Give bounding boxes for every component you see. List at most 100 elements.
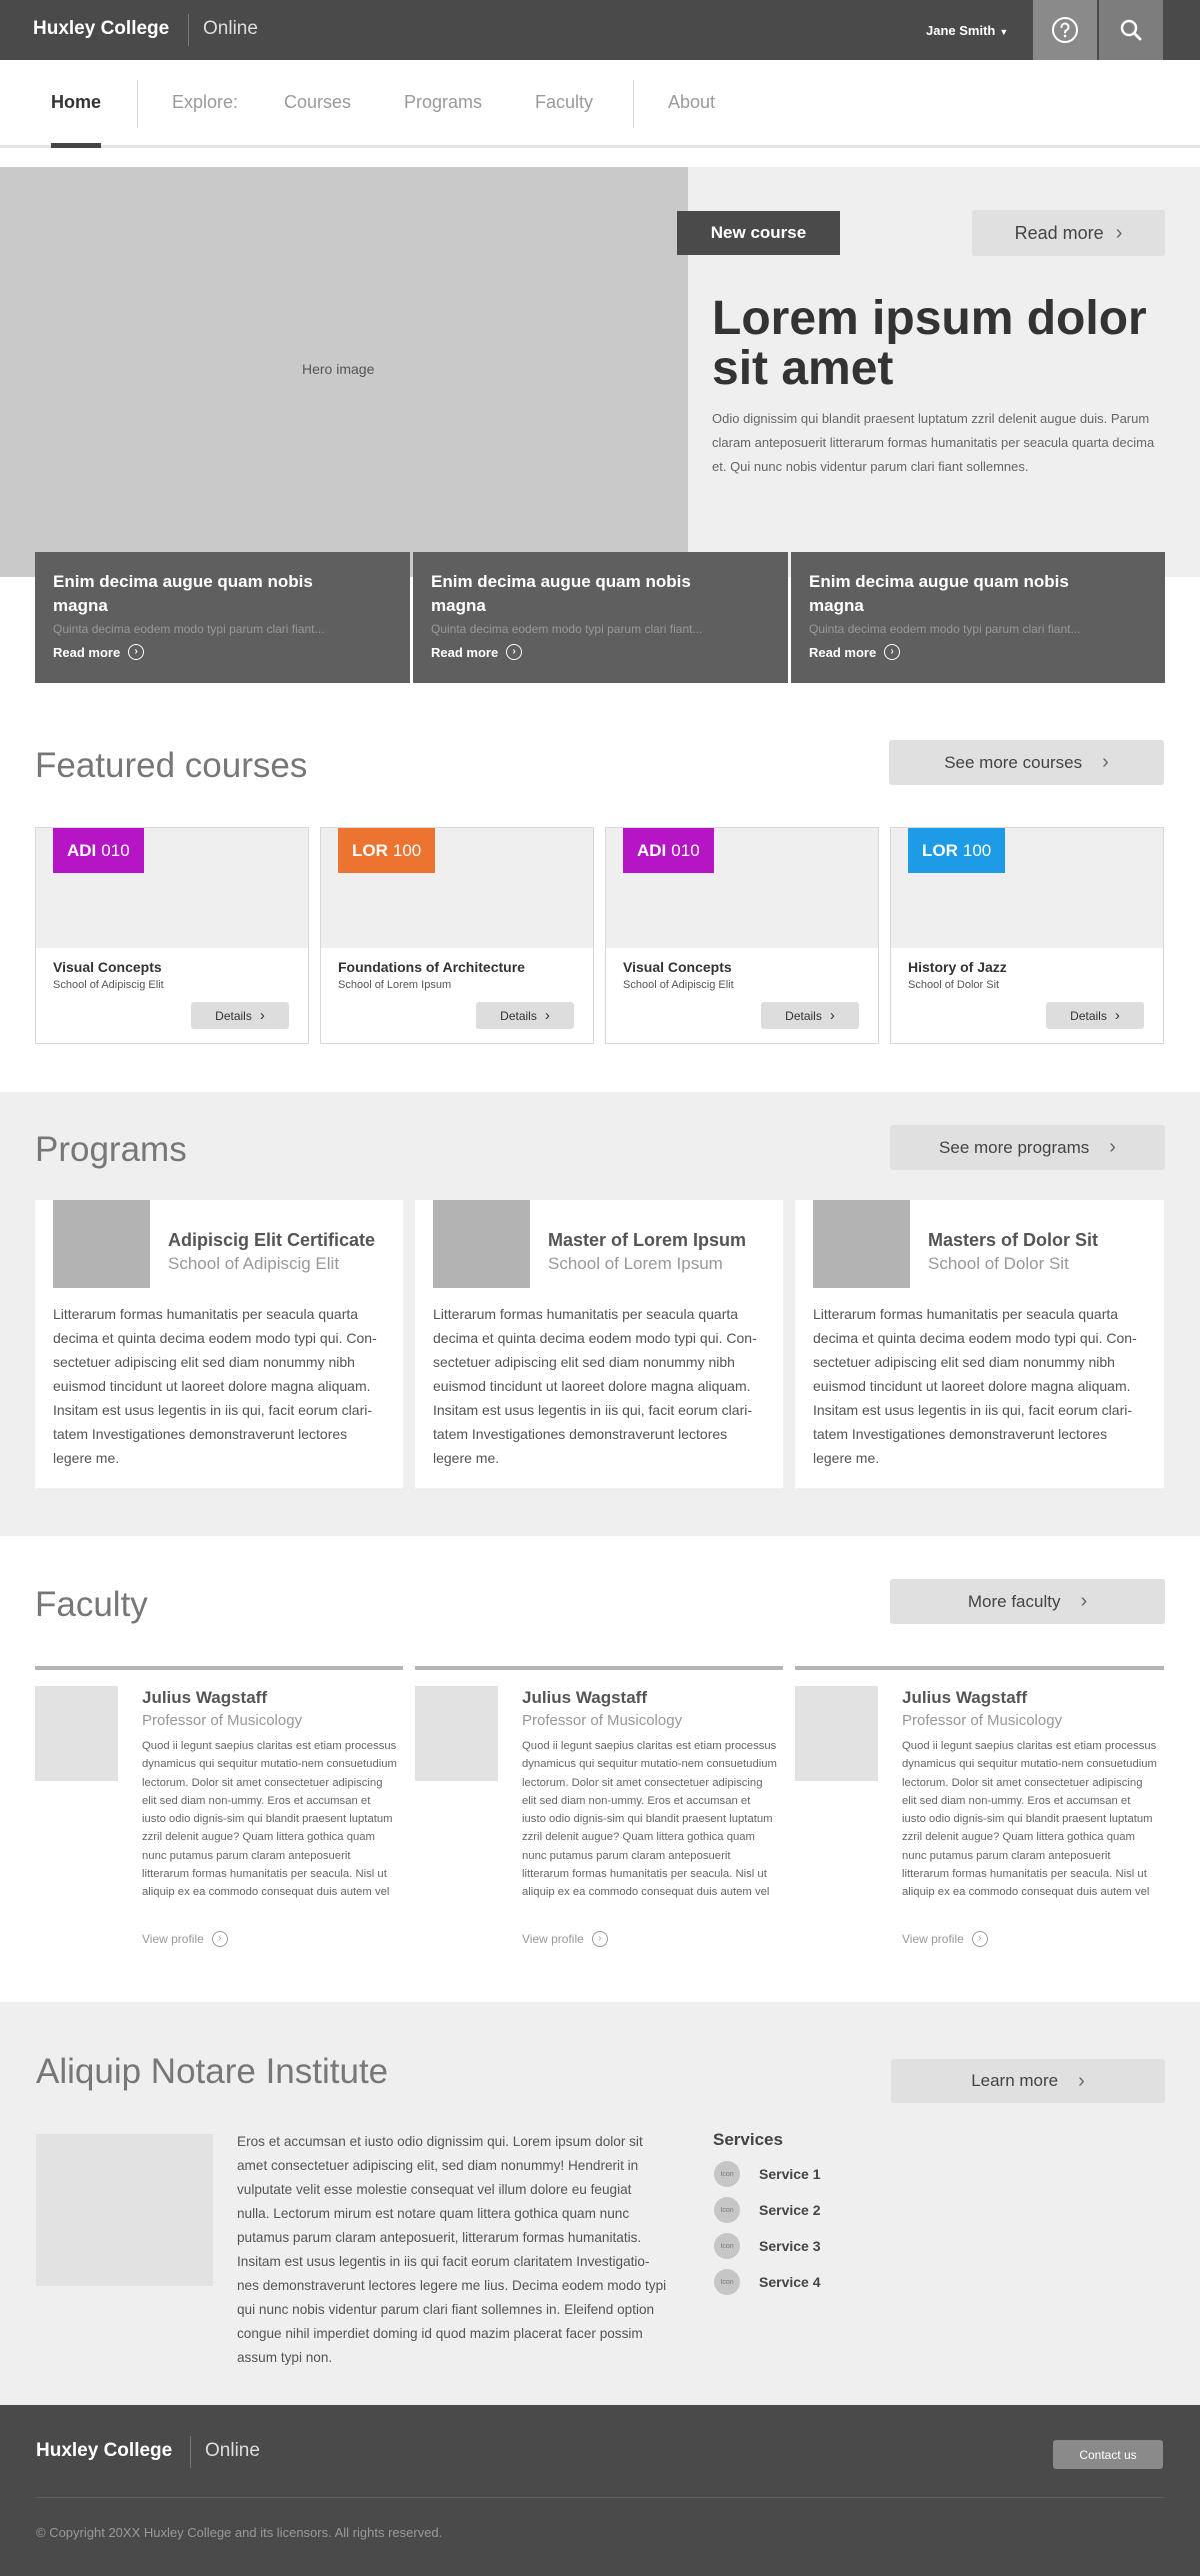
program-school: School of Lorem Ipsum [548, 1254, 723, 1273]
see-more-courses-button[interactable]: See more courses › [889, 740, 1164, 785]
footer-brand[interactable]: Huxley College [36, 2440, 172, 2462]
chevron-right-icon: › [1102, 751, 1109, 773]
service-item[interactable]: Icon Service 2 [714, 2197, 821, 2223]
course-card[interactable]: ADI 010 Visual Concepts School of Adipisc… [605, 827, 879, 1044]
program-description: Litterarum formas humanitatis per seacul… [53, 1306, 377, 1466]
faculty-role: Professor of Musicology [902, 1712, 1063, 1729]
course-school: School of Lorem Ipsum [338, 979, 452, 991]
nav-about[interactable]: About [668, 92, 715, 113]
faculty-card: Julius Wagstaff Professor of Musicology … [35, 1666, 403, 1956]
course-details-button[interactable]: Details › [1046, 1002, 1144, 1029]
teaser-card[interactable]: Enim decima augue quam nobis magna Quint… [791, 552, 1165, 683]
faculty-bio: Quod ii legunt saepius claritas est etia… [142, 1740, 397, 1899]
teaser-card[interactable]: Enim decima augue quam nobis magna Quint… [35, 552, 410, 683]
course-details-button[interactable]: Details › [761, 1002, 859, 1029]
nav-courses[interactable]: Courses [284, 92, 351, 113]
teaser-subtitle: Quinta decima eodem modo typi parum clar… [809, 622, 1081, 636]
program-description: Litterarum formas humanitatis per seacul… [433, 1306, 757, 1466]
course-card[interactable]: LOR 100 History of Jazz School of Dolor S… [890, 827, 1164, 1044]
teaser-read-more-link[interactable]: Read more › [53, 644, 145, 660]
institute-image [36, 2134, 213, 2286]
faculty-role: Professor of Musicology [142, 1712, 303, 1729]
faculty-title: Faculty [35, 1585, 148, 1624]
teaser-read-more-link[interactable]: Read more › [809, 644, 901, 660]
hero: Hero image New course Read more › Lorem i… [0, 167, 1200, 577]
course-prefix: ADI [67, 840, 97, 860]
service-item[interactable]: Icon Service 4 [714, 2269, 821, 2295]
service-item[interactable]: Icon Service 3 [714, 2233, 821, 2259]
course-name: History of Jazz [908, 959, 1007, 975]
user-menu[interactable]: Jane Smith ▼ [926, 23, 1008, 38]
help-button[interactable] [1033, 0, 1097, 60]
faculty-bio: Quod ii legunt saepius claritas est etia… [522, 1740, 777, 1899]
view-profile-link[interactable]: View profile › [142, 1931, 228, 1947]
faculty-name: Julius Wagstaff [142, 1688, 267, 1707]
see-more-programs-button[interactable]: See more programs › [890, 1125, 1165, 1170]
nav-faculty[interactable]: Faculty [535, 92, 593, 113]
course-details-button[interactable]: Details › [476, 1002, 574, 1029]
main-nav: Home Explore: Courses Programs Faculty A… [0, 60, 1200, 148]
course-prefix: ADI [637, 840, 667, 860]
program-school: School of Adipiscig Elit [168, 1254, 340, 1273]
faculty-bio: Quod ii legunt saepius claritas est etia… [902, 1740, 1157, 1899]
arrow-circle-right-icon: › [506, 644, 523, 660]
nav-divider [137, 80, 138, 128]
faculty-card: Julius Wagstaff Professor of Musicology … [795, 1666, 1164, 1956]
program-name: Master of Lorem Ipsum [548, 1230, 747, 1250]
teaser-card[interactable]: Enim decima augue quam nobis magna Quint… [413, 552, 788, 683]
course-code-badge: ADI 010 [53, 828, 144, 873]
teaser-read-more-label: Read more [431, 644, 499, 660]
course-number: 010 [671, 840, 700, 860]
service-item[interactable]: Icon Service 1 [714, 2161, 821, 2187]
course-card[interactable]: LOR 100 Foundations of Architecture Schoo… [320, 827, 594, 1044]
arrow-circle-right-icon: › [884, 644, 901, 660]
contact-us-button[interactable]: Contact us [1053, 2440, 1163, 2469]
faculty-photo [795, 1686, 878, 1781]
course-details-button[interactable]: Details › [191, 1002, 289, 1029]
course-card[interactable]: ADI 010 Visual Concepts School of Adipisc… [35, 827, 309, 1044]
footer-brand-divider [190, 2436, 191, 2468]
faculty-name: Julius Wagstaff [522, 1688, 647, 1707]
view-profile-label: View profile [522, 1932, 584, 1946]
view-profile-label: View profile [142, 1932, 204, 1946]
brand-logo[interactable]: Huxley College [33, 18, 169, 40]
course-name: Visual Concepts [53, 959, 162, 975]
course-name: Visual Concepts [623, 959, 732, 975]
nav-home[interactable]: Home [51, 92, 101, 113]
details-label: Details [1070, 1008, 1107, 1023]
view-profile-link[interactable]: View profile › [522, 1931, 608, 1947]
learn-more-button[interactable]: Learn more › [891, 2059, 1165, 2103]
chevron-down-icon: ▼ [999, 27, 1009, 37]
faculty-card: Julius Wagstaff Professor of Musicology … [415, 1666, 783, 1956]
programs-section: Programs See more programs › Adipiscig El… [0, 1092, 1200, 1536]
program-card[interactable]: Adipiscig Elit Certificate School of Adi… [35, 1200, 403, 1488]
teaser-strip: Enim decima augue quam nobis magna Quint… [35, 552, 1165, 683]
hero-title: Lorem ipsum dolor sit amet [712, 292, 1147, 396]
hero-image-label: Hero image [302, 361, 375, 377]
arrow-circle-right-icon: › [211, 1931, 228, 1947]
hero-read-more-label: Read more [1014, 222, 1104, 243]
more-faculty-button[interactable]: More faculty › [890, 1579, 1165, 1624]
teaser-read-more-link[interactable]: Read more › [431, 644, 523, 660]
program-card[interactable]: Masters of Dolor Sit School of Dolor Sit… [795, 1200, 1164, 1488]
course-number: 100 [962, 840, 992, 860]
course-school: School of Adipiscig Elit [53, 979, 164, 991]
service-label: Service 4 [759, 2274, 821, 2290]
faculty-role: Professor of Musicology [522, 1712, 683, 1729]
hero-text: Odio dignissim qui blandit praesent lupt… [712, 411, 1155, 474]
course-number: 010 [101, 840, 130, 860]
course-number: 100 [392, 840, 422, 860]
nav-programs[interactable]: Programs [404, 92, 482, 113]
search-button[interactable] [1099, 0, 1163, 60]
hero-read-more-button[interactable]: Read more › [972, 210, 1165, 256]
program-card[interactable]: Master of Lorem Ipsum School of Lorem Ip… [415, 1200, 783, 1488]
program-name: Adipiscig Elit Certificate [168, 1230, 376, 1250]
teaser-read-more-label: Read more [53, 644, 121, 660]
service-icon: Icon [714, 2233, 740, 2259]
view-profile-link[interactable]: View profile › [902, 1931, 988, 1947]
service-icon: Icon [714, 2269, 740, 2295]
nav-divider [633, 80, 634, 128]
chevron-right-icon: › [1114, 1007, 1120, 1024]
faculty-name: Julius Wagstaff [902, 1688, 1027, 1707]
institute-title: Aliquip Notare Institute [36, 2052, 389, 2091]
